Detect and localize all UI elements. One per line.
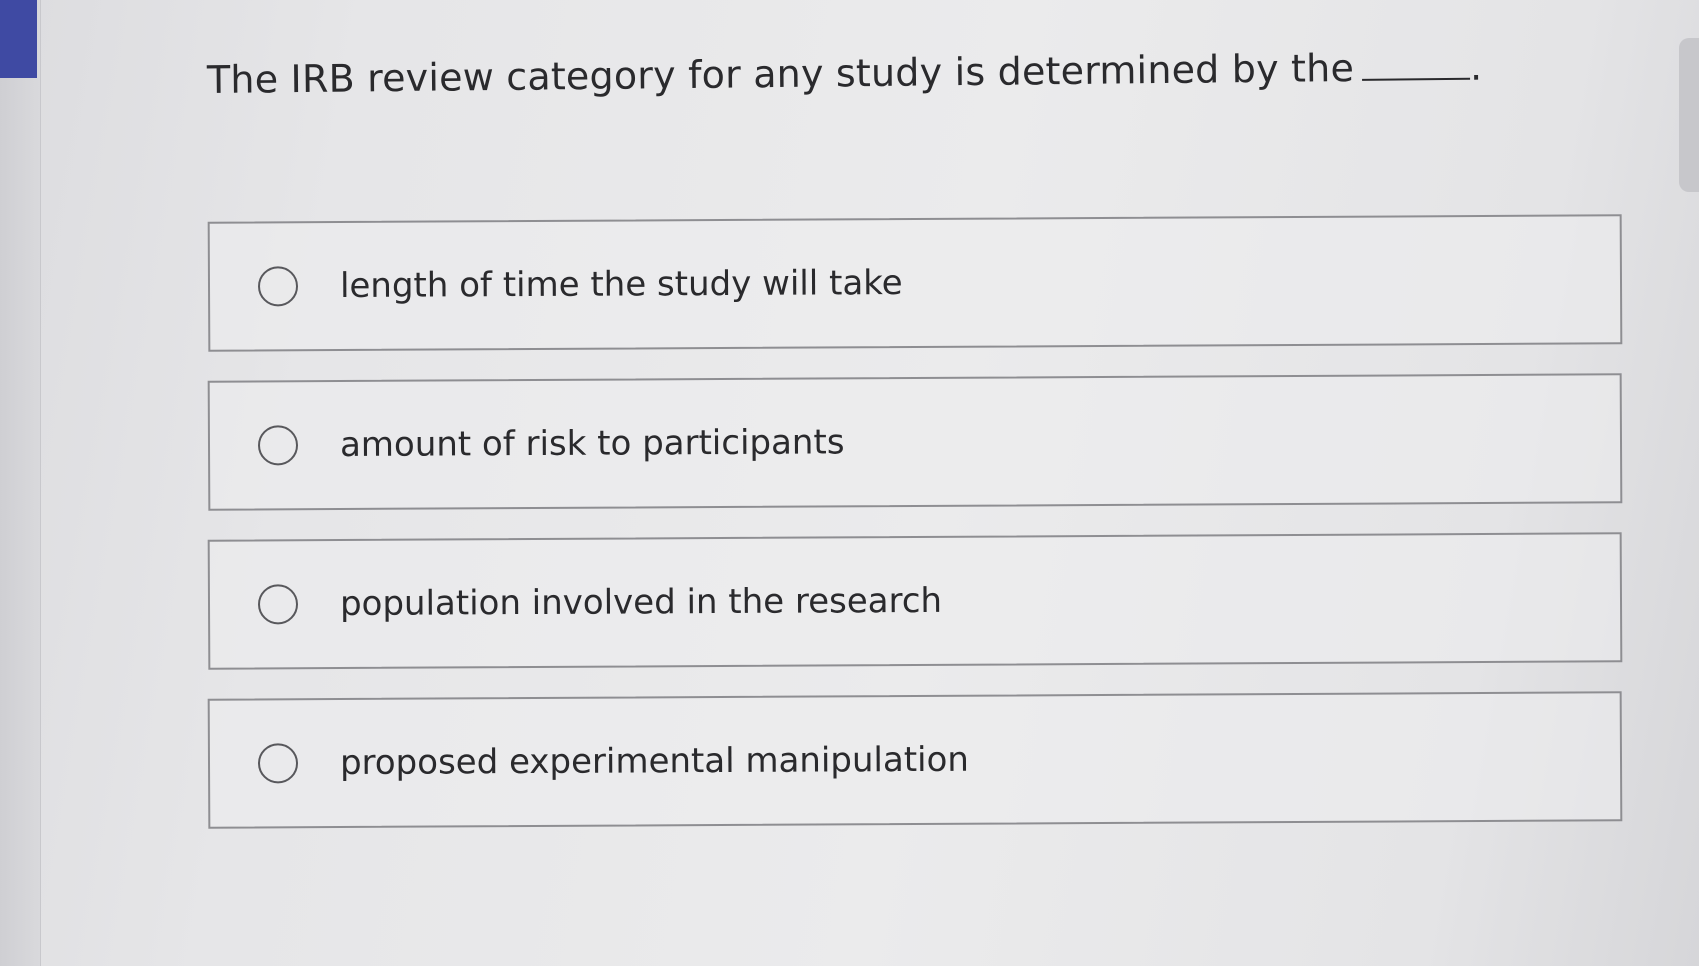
option-label: amount of risk to participants <box>339 422 845 466</box>
question-prompt: The IRB review category for any study is… <box>206 45 1355 102</box>
answer-blank <box>1362 76 1471 81</box>
left-accent-bar <box>0 0 37 78</box>
radio-button-icon[interactable] <box>257 584 299 625</box>
option-4[interactable]: proposed experimental manipulation <box>207 691 1623 829</box>
option-3[interactable]: population involved in the research <box>207 532 1623 670</box>
option-label: length of time the study will take <box>339 263 903 307</box>
option-label: population involved in the research <box>339 580 943 625</box>
question-period: . <box>1469 44 1483 89</box>
option-label: proposed experimental manipulation <box>339 739 969 784</box>
answer-options: length of time the study will take amoun… <box>207 214 1623 854</box>
option-1[interactable]: length of time the study will take <box>207 214 1623 352</box>
left-sidebar-strip <box>0 0 41 966</box>
option-2[interactable]: amount of risk to participants <box>207 373 1623 511</box>
radio-button-icon[interactable] <box>257 425 299 466</box>
radio-button-icon[interactable] <box>257 743 299 784</box>
radio-button-icon[interactable] <box>257 266 299 307</box>
scrollbar[interactable] <box>1679 38 1699 192</box>
question-text: The IRB review category for any study is… <box>207 45 1483 102</box>
